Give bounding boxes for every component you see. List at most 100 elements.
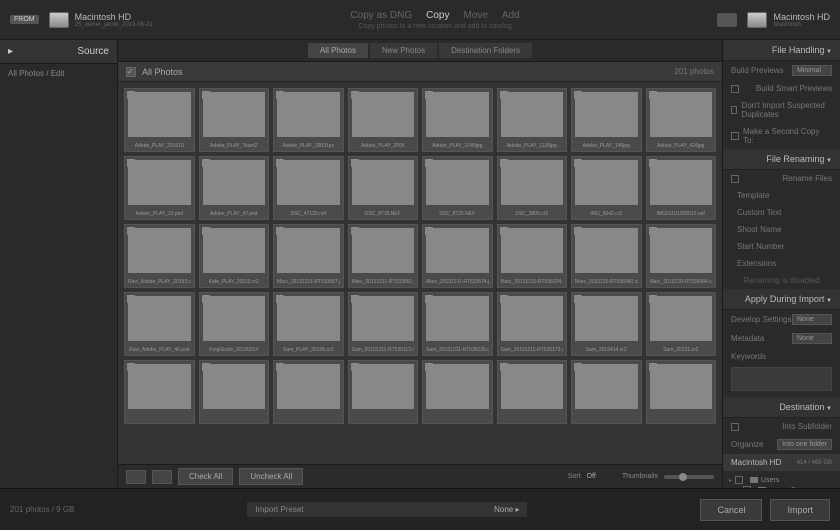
thumbnail[interactable]: Adobe_PLAY_424jpg (646, 88, 717, 152)
dupes-checkbox[interactable] (731, 106, 737, 114)
thumbnail[interactable]: Sam_20131.cr2 (646, 292, 717, 356)
thumbnail[interactable]: Sam_20131211-RT536173.cr2 (497, 292, 568, 356)
source-item[interactable]: All Photos / Edit (0, 64, 117, 83)
thumbnail[interactable]: Adobe_PLAY_2005 (348, 88, 419, 152)
dest-drive-name: Macintosh HD (773, 12, 830, 22)
thumb-image (203, 92, 266, 137)
thumbnail[interactable] (497, 360, 568, 424)
smart-previews-checkbox[interactable] (731, 85, 739, 93)
thumbnail[interactable]: Ravi_Adobe_PLAY_20193.cr2 (124, 224, 195, 288)
import-preset-dropdown[interactable]: Import Preset None ▸ (247, 502, 527, 517)
rename-checkbox[interactable] (731, 175, 739, 183)
select-all-checkbox[interactable] (126, 67, 136, 77)
thumb-image (277, 160, 340, 205)
thumbnail[interactable]: DSC_47120.nef (273, 156, 344, 220)
source-header[interactable]: ▸Source (0, 40, 117, 64)
cancel-button[interactable]: Cancel (700, 499, 762, 521)
copy-mode-selector: Copy as DNG Copy Move Add Copy photos to… (153, 10, 718, 30)
thumbnail[interactable] (199, 360, 270, 424)
dest-drive-label: Macintosh HD (731, 458, 781, 467)
all-photos-header: All Photos 201 photos (118, 62, 722, 82)
thumbnail[interactable]: Adobe_PLAY_1040jpg (422, 88, 493, 152)
file-handling-header[interactable]: File Handling (723, 40, 840, 61)
thumb-filename: Marc_2010120-RT536084.cr2 (650, 279, 713, 285)
thumbnail[interactable]: Kate_PLAY_20110.cr2 (199, 224, 270, 288)
thumbnail[interactable]: Marc_20131211-RT536024.cr2 (497, 224, 568, 288)
grid-view-icon[interactable] (126, 470, 146, 484)
thumbnail[interactable]: Marc_20131211-RT533557.jpg2 (273, 224, 344, 288)
folder-icon (750, 477, 758, 483)
tab-destination[interactable]: Destination Folders (439, 43, 532, 58)
thumbnail[interactable] (273, 360, 344, 424)
destination-header[interactable]: Destination (723, 397, 840, 418)
sort-value[interactable]: Off (587, 473, 596, 480)
thumbnail[interactable]: Adobe_PLAY_20031ps (273, 88, 344, 152)
check-all-button[interactable]: Check All (178, 468, 233, 485)
tree-item[interactable]: ▸orangeS (729, 485, 834, 488)
thumb-filename: Ravi_Adobe_PLAY_40.psd (128, 347, 191, 353)
thumb-image (501, 296, 564, 341)
thumbnail[interactable]: KingGizzle_20130214 (199, 292, 270, 356)
organize-dropdown[interactable]: Into one folder (777, 439, 832, 450)
thumbnail[interactable]: Adobe_PLAY_47.psd (199, 156, 270, 220)
apply-during-import-header[interactable]: Apply During Import (723, 289, 840, 310)
filter-tabs: All Photos New Photos Destination Folder… (118, 40, 722, 62)
thumbnail[interactable]: IMG01101350013.nef (646, 156, 717, 220)
thumbnail[interactable]: DSC_3800.cr2 (497, 156, 568, 220)
mode-add[interactable]: Add (502, 10, 520, 21)
mode-move[interactable]: Move (463, 10, 487, 21)
metadata-label: Metadata (731, 334, 764, 343)
file-renaming-header[interactable]: File Renaming (723, 149, 840, 170)
thumbnail[interactable]: Sam_20131211-RT536112.cr2 (348, 292, 419, 356)
drive-icon (747, 12, 767, 28)
tree-checkbox[interactable] (743, 486, 751, 488)
thumbnail[interactable]: Sam_2013414.cr2 (571, 292, 642, 356)
metadata-dropdown[interactable]: None (792, 333, 832, 344)
thumbnail[interactable]: Adobe_PLAY_201610 (124, 88, 195, 152)
thumb-filename: Adobe_PLAY_201610 (128, 143, 191, 149)
thumbnail[interactable]: Adobe_PLAY_1136jpg (497, 88, 568, 152)
mode-copy-dng[interactable]: Copy as DNG (350, 10, 412, 21)
mode-copy[interactable]: Copy (426, 10, 449, 21)
dest-drive[interactable]: Macintosh HD Macintosh (717, 12, 830, 28)
thumbnail[interactable]: Sam_PLAY_20106.cr2 (273, 292, 344, 356)
thumb-image (352, 364, 415, 409)
thumbnail[interactable]: Adobe_PLAY_10.psd (124, 156, 195, 220)
thumb-image (277, 364, 340, 409)
build-previews-dropdown[interactable]: Minimal (792, 65, 832, 76)
renaming-disabled: Renaming is disabled (723, 272, 840, 289)
subfolder-checkbox[interactable] (731, 423, 739, 431)
loupe-view-icon[interactable] (152, 470, 172, 484)
thumbnail[interactable] (348, 360, 419, 424)
second-copy-checkbox[interactable] (731, 132, 739, 140)
thumbnail[interactable]: Marc_2010120-RT536084.cr2 (646, 224, 717, 288)
thumb-image (575, 92, 638, 137)
keywords-input[interactable] (731, 367, 832, 391)
organize-label: Organize (731, 440, 763, 449)
thumbnail[interactable]: Adobe_PLAY_Team2 (199, 88, 270, 152)
thumb-image (128, 92, 191, 137)
uncheck-all-button[interactable]: Uncheck All (239, 468, 303, 485)
thumbnail[interactable] (646, 360, 717, 424)
thumbnail[interactable]: IMG_5042.cr2 (571, 156, 642, 220)
thumbnail[interactable]: DSC_8725.NEF (422, 156, 493, 220)
tree-item[interactable]: ▸Users (729, 475, 834, 485)
thumbnail[interactable]: DSC_8718.NEF (348, 156, 419, 220)
thumbnail[interactable] (571, 360, 642, 424)
develop-settings-dropdown[interactable]: None (792, 314, 832, 325)
thumbnail[interactable] (124, 360, 195, 424)
import-button[interactable]: Import (770, 499, 830, 521)
thumbnail[interactable]: Sam_20131211-RT536126.cr2 (422, 292, 493, 356)
thumb-image (277, 296, 340, 341)
thumbnail[interactable]: Adobe_PLAY_145jpg (571, 88, 642, 152)
thumbnail[interactable]: Marc_20131211-RT533574.jpg2 (422, 224, 493, 288)
thumbnail-size-slider[interactable] (664, 475, 714, 479)
tree-checkbox[interactable] (735, 476, 743, 484)
thumbnail[interactable] (422, 360, 493, 424)
tab-all-photos[interactable]: All Photos (308, 43, 368, 58)
thumbnail[interactable]: Marc_2010120-RT536060.cr2 (571, 224, 642, 288)
thumbnail[interactable]: Marc_20131211-RT533561.jpg2 (348, 224, 419, 288)
tab-new-photos[interactable]: New Photos (370, 43, 437, 58)
source-drive[interactable]: FROM Macintosh HD 25_owner_jacob_2013-06… (10, 12, 153, 28)
thumbnail[interactable]: Ravi_Adobe_PLAY_40.psd (124, 292, 195, 356)
